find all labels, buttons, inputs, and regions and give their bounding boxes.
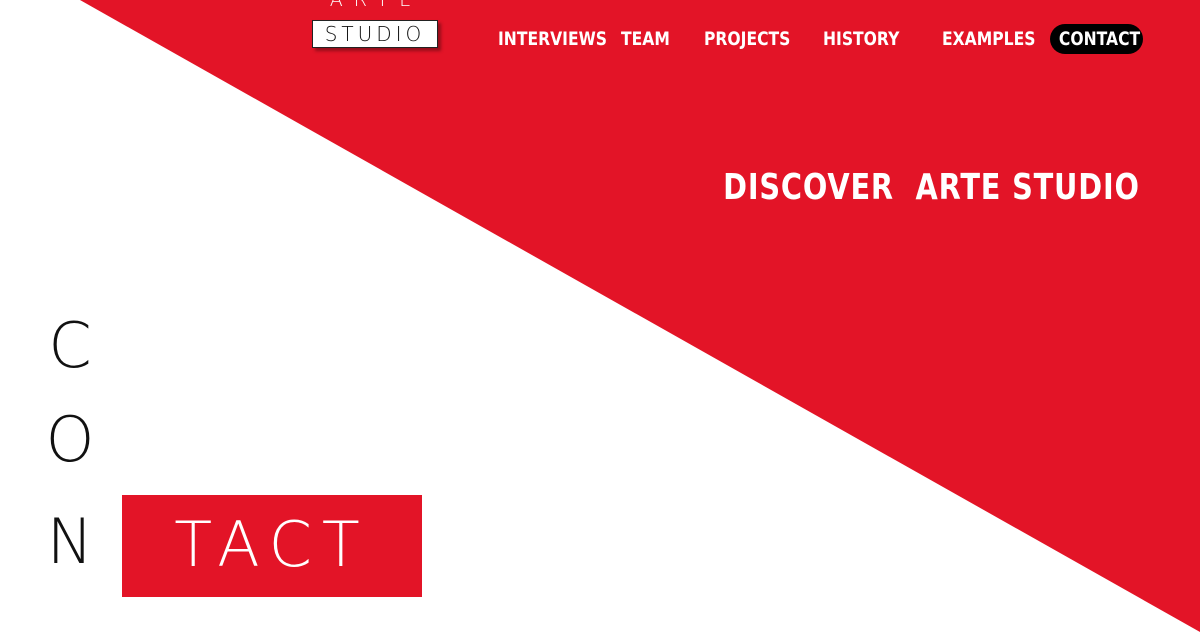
contact-letter-o: O bbox=[45, 403, 95, 476]
logo-top-text: ARTE bbox=[329, 0, 423, 11]
contact-highlight-text: TACT bbox=[174, 508, 370, 581]
nav-item-history[interactable]: HISTORY bbox=[823, 24, 899, 54]
hero-tagline: DISCOVER ARTE STUDIO bbox=[723, 167, 1140, 208]
contact-letter-n: N bbox=[46, 505, 94, 578]
nav-item-projects[interactable]: PROJECTS bbox=[704, 24, 790, 54]
nav-contact-label: CONTACT bbox=[1058, 28, 1141, 50]
nav-item-interviews[interactable]: INTERVIEWS bbox=[498, 24, 607, 54]
logo-box-text: STUDIO bbox=[312, 20, 438, 48]
nav-item-team[interactable]: TEAM bbox=[621, 24, 670, 54]
contact-highlight-box: TACT bbox=[122, 495, 422, 597]
contact-letter-c: C bbox=[48, 309, 92, 382]
arte-studio-logo[interactable]: ARTE STUDIO bbox=[312, 0, 442, 54]
nav-item-examples[interactable]: EXAMPLES bbox=[942, 24, 1035, 54]
nav-contact-button[interactable]: CONTACT bbox=[1050, 24, 1143, 54]
